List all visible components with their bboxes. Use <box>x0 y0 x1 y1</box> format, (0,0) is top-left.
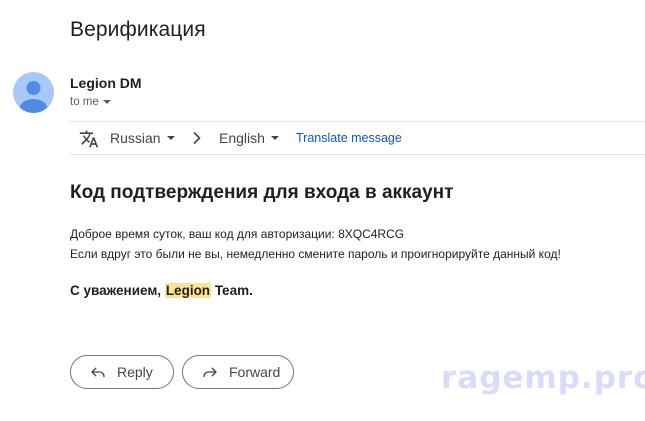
email-subject: Верификация <box>70 18 206 41</box>
chevron-down-icon <box>102 100 111 104</box>
reply-button[interactable]: Reply <box>70 355 174 389</box>
message-heading: Код подтверждения для входа в аккаунт <box>70 182 454 203</box>
chevron-down-icon <box>270 136 279 140</box>
message-signature: С уважением, Legion Team. <box>70 283 253 298</box>
person-icon <box>19 81 48 113</box>
signature-suffix: Team. <box>211 283 253 298</box>
message-line-code: Доброе время суток, ваш код для авториза… <box>70 227 405 241</box>
signature-prefix: С уважением, <box>70 283 165 298</box>
chevron-down-icon <box>166 136 175 140</box>
source-language-label: Russian <box>110 130 161 146</box>
translate-message-link[interactable]: Translate message <box>296 122 402 154</box>
translate-icon <box>79 130 99 148</box>
target-language-select[interactable]: English <box>219 122 279 154</box>
forward-button[interactable]: Forward <box>182 355 294 389</box>
watermark: ragemp.pro <box>441 360 645 396</box>
translate-bar: Russian English Translate message <box>70 121 645 155</box>
sender-avatar[interactable] <box>13 72 54 113</box>
recipient-label: to me <box>70 96 99 108</box>
source-language-select[interactable]: Russian <box>110 122 175 154</box>
signature-highlight: Legion <box>164 283 212 298</box>
message-line-warning: Если вдруг это были не вы, немедленно см… <box>70 247 561 261</box>
forward-label: Forward <box>229 364 281 380</box>
recipient-details-toggle[interactable]: to me <box>70 96 111 108</box>
reply-icon <box>91 367 105 378</box>
forward-icon <box>203 367 217 378</box>
chevron-right-icon <box>193 131 201 145</box>
email-view: Верификация Legion DM to me Russian Engl… <box>0 0 645 421</box>
reply-label: Reply <box>117 364 153 380</box>
sender-name[interactable]: Legion DM <box>70 75 142 91</box>
target-language-label: English <box>219 130 265 146</box>
